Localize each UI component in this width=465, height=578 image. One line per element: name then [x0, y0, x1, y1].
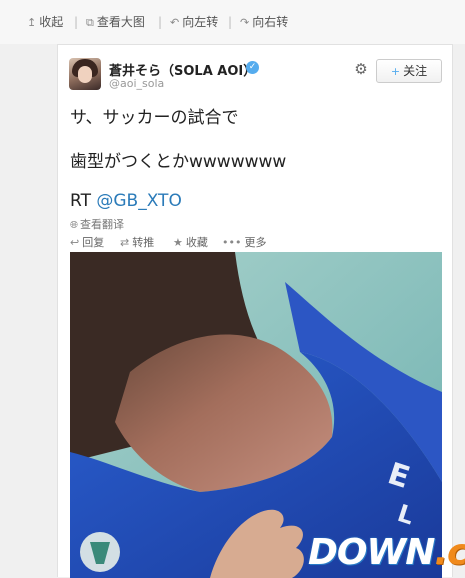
tweet-text-rt: RT @GB_XTO — [70, 191, 182, 211]
rotate-right-button[interactable]: ↷ 向右转 — [240, 14, 288, 30]
rotate-left-label: 向左转 — [182, 15, 219, 29]
up-arrow-icon: ↥ — [27, 16, 37, 29]
watermark-part1: DOWN — [308, 532, 435, 573]
rotate-left-icon: ↶ — [170, 16, 180, 29]
reply-icon: ↩ — [70, 236, 80, 249]
reply-button[interactable]: ↩ 回复 — [70, 234, 104, 250]
rt-prefix: RT — [70, 191, 97, 211]
rotate-left-button[interactable]: ↶ 向左转 — [170, 14, 218, 30]
reply-label: 回复 — [82, 236, 105, 249]
collapse-button[interactable]: ↥ 收起 — [27, 14, 63, 30]
rotate-right-icon: ↷ — [240, 16, 250, 29]
image-toolbar: ↥ 收起 | ⧉ 查看大图 | ↶ 向左转 | ↷ 向右转 — [0, 0, 465, 44]
more-label: 更多 — [244, 236, 267, 249]
follow-label: 关注 — [403, 64, 428, 78]
watermark-part2: .cc — [434, 532, 465, 573]
translate-link[interactable]: 🌐︎ 查看翻译 — [70, 216, 124, 232]
rotate-right-label: 向右转 — [252, 15, 289, 29]
favorite-button[interactable]: ★ 收藏 — [173, 234, 208, 250]
toolbar-separator: | — [74, 15, 79, 29]
avatar[interactable] — [69, 58, 101, 90]
tweet-text-line: サ、サッカーの試合で — [70, 108, 239, 128]
toolbar-separator: | — [158, 15, 163, 29]
more-dots-icon: ••• — [222, 236, 242, 249]
gear-icon[interactable]: ⚙ — [353, 61, 369, 77]
toolbar-separator: | — [228, 15, 233, 29]
shoulder-photo: E L — [70, 252, 442, 578]
tweet-text-line: 歯型がつくとかwwwwwww — [70, 152, 287, 172]
follow-button[interactable]: + 关注 — [376, 59, 442, 83]
external-link-icon: ⧉ — [86, 16, 94, 29]
tweet-card: 蒼井そら（SOLA AOI） ✓ @aoi_sola ⚙ + 关注 サ、サッカーの… — [57, 44, 453, 578]
user-handle[interactable]: @aoi_sola — [109, 77, 164, 90]
more-button[interactable]: ••• 更多 — [222, 234, 266, 250]
globe-icon: 🌐︎ — [70, 220, 78, 231]
view-original-label: 查看大图 — [96, 15, 145, 29]
favorite-label: 收藏 — [185, 236, 208, 249]
verified-icon: ✓ — [246, 61, 259, 74]
retweet-button[interactable]: ⇄ 转推 — [120, 234, 154, 250]
mention-link[interactable]: @GB_XTO — [96, 191, 181, 211]
retweet-label: 转推 — [132, 236, 155, 249]
tweet-photo[interactable]: E L — [70, 252, 442, 578]
view-original-button[interactable]: ⧉ 查看大图 — [86, 14, 145, 30]
collapse-label: 收起 — [39, 15, 64, 29]
add-user-icon: + — [390, 65, 401, 78]
retweet-icon: ⇄ — [120, 236, 130, 249]
translate-label: 查看翻译 — [80, 218, 124, 231]
star-icon: ★ — [173, 236, 183, 249]
watermark-logo: DOWN.cc — [308, 533, 465, 573]
